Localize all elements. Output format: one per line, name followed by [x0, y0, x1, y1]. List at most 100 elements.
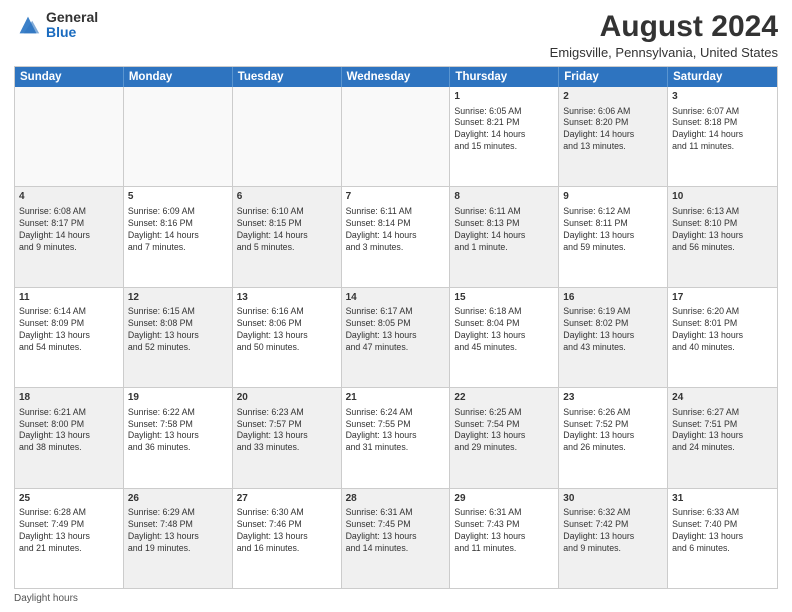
- day-info: Sunrise: 6:20 AM Sunset: 8:01 PM Dayligh…: [672, 306, 773, 354]
- day-info: Sunrise: 6:18 AM Sunset: 8:04 PM Dayligh…: [454, 306, 554, 354]
- calendar-row-3: 11Sunrise: 6:14 AM Sunset: 8:09 PM Dayli…: [15, 287, 777, 387]
- day-number: 13: [237, 291, 337, 305]
- calendar-weekday-wednesday: Wednesday: [342, 67, 451, 87]
- day-info: Sunrise: 6:21 AM Sunset: 8:00 PM Dayligh…: [19, 407, 119, 455]
- calendar-day-15: 15Sunrise: 6:18 AM Sunset: 8:04 PM Dayli…: [450, 288, 559, 387]
- header: General Blue August 2024 Emigsville, Pen…: [14, 10, 778, 60]
- calendar-day-28: 28Sunrise: 6:31 AM Sunset: 7:45 PM Dayli…: [342, 489, 451, 588]
- calendar-day-19: 19 Sunrise: 6:22 AM Sunset: 7:58 PM Dayli…: [124, 388, 233, 487]
- day-number: 7: [346, 190, 446, 204]
- logo: General Blue: [14, 10, 98, 41]
- page: General Blue August 2024 Emigsville, Pen…: [0, 0, 792, 612]
- calendar-day-29: 29Sunrise: 6:31 AM Sunset: 7:43 PM Dayli…: [450, 489, 559, 588]
- calendar-body: 1 Sunrise: 6:05 AM Sunset: 8:21 PM Daylig…: [15, 87, 777, 588]
- day-number: 26: [128, 492, 228, 506]
- day-number: 29: [454, 492, 554, 506]
- day-info: Sunrise: 6:27 AM Sunset: 7:51 PM Dayligh…: [672, 407, 773, 455]
- footer-note: Daylight hours: [14, 593, 778, 604]
- logo-blue: Blue: [46, 25, 98, 40]
- day-info: Sunrise: 6:24 AM Sunset: 7:55 PM Dayligh…: [346, 407, 446, 455]
- day-info: Sunrise: 6:15 AM Sunset: 8:08 PM Dayligh…: [128, 306, 228, 354]
- day-info: Sunrise: 6:32 AM Sunset: 7:42 PM Dayligh…: [563, 507, 663, 555]
- day-number: 21: [346, 391, 446, 405]
- calendar-day-11: 11Sunrise: 6:14 AM Sunset: 8:09 PM Dayli…: [15, 288, 124, 387]
- calendar-row-2: 4Sunrise: 6:08 AM Sunset: 8:17 PM Daylig…: [15, 186, 777, 286]
- calendar-row-1: 1 Sunrise: 6:05 AM Sunset: 8:21 PM Daylig…: [15, 87, 777, 186]
- calendar-day-30: 30Sunrise: 6:32 AM Sunset: 7:42 PM Dayli…: [559, 489, 668, 588]
- day-info: Sunrise: 6:23 AM Sunset: 7:57 PM Dayligh…: [237, 407, 337, 455]
- day-number: 25: [19, 492, 119, 506]
- day-number: 10: [672, 190, 773, 204]
- calendar-day-7: 7 Sunrise: 6:11 AM Sunset: 8:14 PM Daylig…: [342, 187, 451, 286]
- page-title: August 2024: [550, 10, 778, 43]
- calendar-day-8: 8 Sunrise: 6:11 AM Sunset: 8:13 PM Daylig…: [450, 187, 559, 286]
- day-info: Sunrise: 6:08 AM Sunset: 8:17 PM Dayligh…: [19, 206, 119, 254]
- day-info: Sunrise: 6:09 AM Sunset: 8:16 PM Dayligh…: [128, 206, 228, 254]
- day-info: Sunrise: 6:05 AM Sunset: 8:21 PM Dayligh…: [454, 106, 554, 154]
- day-info: Sunrise: 6:28 AM Sunset: 7:49 PM Dayligh…: [19, 507, 119, 555]
- day-info: Sunrise: 6:33 AM Sunset: 7:40 PM Dayligh…: [672, 507, 773, 555]
- day-number: 16: [563, 291, 663, 305]
- calendar-day-18: 18 Sunrise: 6:21 AM Sunset: 8:00 PM Dayli…: [15, 388, 124, 487]
- calendar-day-9: 9 Sunrise: 6:12 AM Sunset: 8:11 PM Daylig…: [559, 187, 668, 286]
- calendar-day-2: 2 Sunrise: 6:06 AM Sunset: 8:20 PM Daylig…: [559, 87, 668, 186]
- day-number: 11: [19, 291, 119, 305]
- day-info: Sunrise: 6:07 AM Sunset: 8:18 PM Dayligh…: [672, 106, 773, 154]
- calendar-day-5: 5 Sunrise: 6:09 AM Sunset: 8:16 PM Daylig…: [124, 187, 233, 286]
- day-number: 1: [454, 90, 554, 104]
- day-number: 27: [237, 492, 337, 506]
- day-info: Sunrise: 6:11 AM Sunset: 8:13 PM Dayligh…: [454, 206, 554, 254]
- calendar-weekday-thursday: Thursday: [450, 67, 559, 87]
- calendar-day-27: 27Sunrise: 6:30 AM Sunset: 7:46 PM Dayli…: [233, 489, 342, 588]
- day-number: 3: [672, 90, 773, 104]
- day-info: Sunrise: 6:19 AM Sunset: 8:02 PM Dayligh…: [563, 306, 663, 354]
- calendar-weekday-tuesday: Tuesday: [233, 67, 342, 87]
- day-number: 22: [454, 391, 554, 405]
- calendar-day-26: 26Sunrise: 6:29 AM Sunset: 7:48 PM Dayli…: [124, 489, 233, 588]
- day-number: 14: [346, 291, 446, 305]
- day-info: Sunrise: 6:14 AM Sunset: 8:09 PM Dayligh…: [19, 306, 119, 354]
- calendar-day-17: 17Sunrise: 6:20 AM Sunset: 8:01 PM Dayli…: [668, 288, 777, 387]
- calendar-day-25: 25Sunrise: 6:28 AM Sunset: 7:49 PM Dayli…: [15, 489, 124, 588]
- calendar-weekday-sunday: Sunday: [15, 67, 124, 87]
- day-info: Sunrise: 6:31 AM Sunset: 7:45 PM Dayligh…: [346, 507, 446, 555]
- day-number: 8: [454, 190, 554, 204]
- calendar-day-10: 10Sunrise: 6:13 AM Sunset: 8:10 PM Dayli…: [668, 187, 777, 286]
- day-info: Sunrise: 6:22 AM Sunset: 7:58 PM Dayligh…: [128, 407, 228, 455]
- calendar-empty-cell: [15, 87, 124, 186]
- calendar-day-4: 4Sunrise: 6:08 AM Sunset: 8:17 PM Daylig…: [15, 187, 124, 286]
- calendar-day-6: 6Sunrise: 6:10 AM Sunset: 8:15 PM Daylig…: [233, 187, 342, 286]
- title-block: August 2024 Emigsville, Pennsylvania, Un…: [550, 10, 778, 60]
- calendar: SundayMondayTuesdayWednesdayThursdayFrid…: [14, 66, 778, 589]
- page-subtitle: Emigsville, Pennsylvania, United States: [550, 45, 778, 60]
- calendar-day-20: 20 Sunrise: 6:23 AM Sunset: 7:57 PM Dayli…: [233, 388, 342, 487]
- calendar-day-23: 23 Sunrise: 6:26 AM Sunset: 7:52 PM Dayli…: [559, 388, 668, 487]
- calendar-empty-cell: [342, 87, 451, 186]
- calendar-day-13: 13Sunrise: 6:16 AM Sunset: 8:06 PM Dayli…: [233, 288, 342, 387]
- calendar-day-31: 31Sunrise: 6:33 AM Sunset: 7:40 PM Dayli…: [668, 489, 777, 588]
- logo-text: General Blue: [46, 10, 98, 41]
- day-number: 24: [672, 391, 773, 405]
- calendar-weekday-monday: Monday: [124, 67, 233, 87]
- day-info: Sunrise: 6:11 AM Sunset: 8:14 PM Dayligh…: [346, 206, 446, 254]
- day-number: 2: [563, 90, 663, 104]
- day-info: Sunrise: 6:31 AM Sunset: 7:43 PM Dayligh…: [454, 507, 554, 555]
- day-number: 12: [128, 291, 228, 305]
- day-info: Sunrise: 6:25 AM Sunset: 7:54 PM Dayligh…: [454, 407, 554, 455]
- day-info: Sunrise: 6:06 AM Sunset: 8:20 PM Dayligh…: [563, 106, 663, 154]
- day-number: 18: [19, 391, 119, 405]
- calendar-day-16: 16Sunrise: 6:19 AM Sunset: 8:02 PM Dayli…: [559, 288, 668, 387]
- day-info: Sunrise: 6:10 AM Sunset: 8:15 PM Dayligh…: [237, 206, 337, 254]
- day-number: 19: [128, 391, 228, 405]
- day-number: 5: [128, 190, 228, 204]
- day-number: 9: [563, 190, 663, 204]
- calendar-day-14: 14Sunrise: 6:17 AM Sunset: 8:05 PM Dayli…: [342, 288, 451, 387]
- day-number: 20: [237, 391, 337, 405]
- day-number: 30: [563, 492, 663, 506]
- day-info: Sunrise: 6:26 AM Sunset: 7:52 PM Dayligh…: [563, 407, 663, 455]
- calendar-day-21: 21 Sunrise: 6:24 AM Sunset: 7:55 PM Dayli…: [342, 388, 451, 487]
- day-number: 23: [563, 391, 663, 405]
- calendar-row-5: 25Sunrise: 6:28 AM Sunset: 7:49 PM Dayli…: [15, 488, 777, 588]
- day-info: Sunrise: 6:12 AM Sunset: 8:11 PM Dayligh…: [563, 206, 663, 254]
- calendar-day-12: 12Sunrise: 6:15 AM Sunset: 8:08 PM Dayli…: [124, 288, 233, 387]
